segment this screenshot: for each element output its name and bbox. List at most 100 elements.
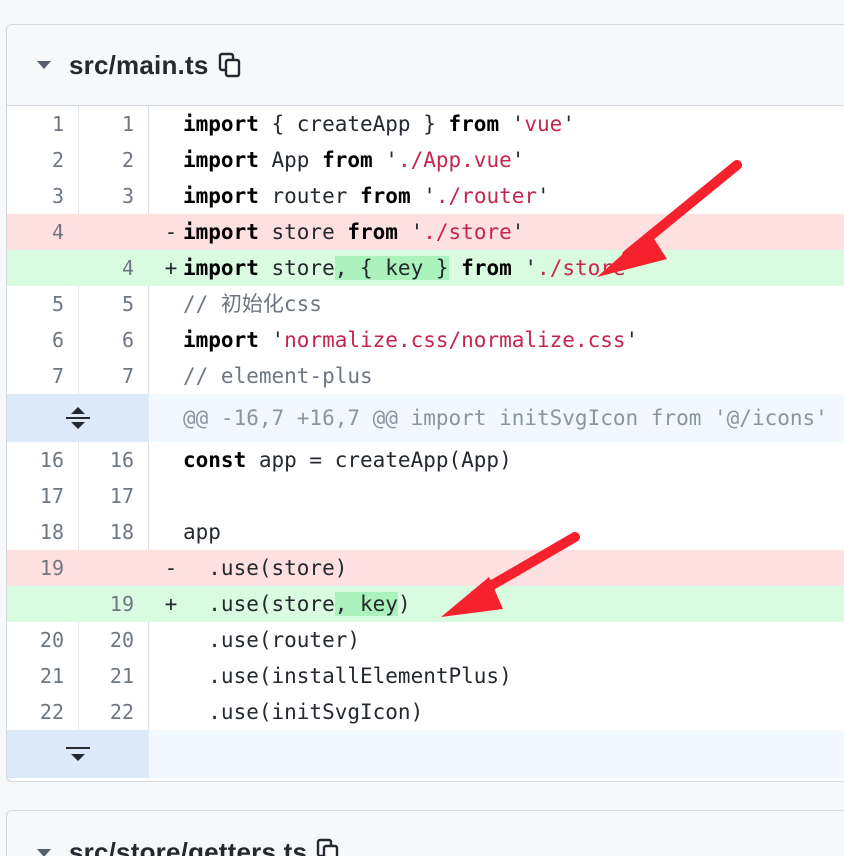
code-token: from — [360, 184, 411, 208]
code-token: ' — [511, 220, 525, 244]
expand-icon[interactable] — [7, 394, 149, 442]
diff-sign — [159, 514, 183, 550]
old-line-number[interactable]: 21 — [7, 658, 79, 694]
new-line-number[interactable]: 3 — [79, 178, 149, 214]
diff-sign: - — [164, 220, 178, 244]
code-token: ./App.vue — [397, 148, 512, 172]
code-token: ' — [511, 148, 525, 172]
file-header: src/main.ts — [7, 25, 844, 106]
diff-line-context: 55 // 初始化css — [7, 286, 844, 322]
code-token: normalize.css/normalize.css — [284, 328, 626, 352]
code-line: + .use(store, key) — [149, 586, 844, 622]
diff-line-context: 20 20 .use(router) — [7, 622, 844, 658]
file-header: src/store/getters.ts — [7, 811, 844, 856]
new-line-number[interactable]: 4 — [79, 250, 149, 286]
old-line-number[interactable]: 16 — [7, 442, 79, 478]
new-line-number[interactable]: 7 — [79, 358, 149, 394]
code-token: const — [183, 448, 247, 472]
diff-sign: + — [164, 592, 178, 616]
code-line: import App from './App.vue' — [149, 142, 844, 178]
diff-page: src/main.ts 11 import { createApp } from… — [0, 0, 844, 856]
code-line: - import store from './store' — [149, 214, 844, 250]
code-token: from — [322, 148, 373, 172]
diff-sign — [159, 322, 183, 358]
diff-line-added: 4 + import store, { key } from './store' — [7, 250, 844, 286]
code-line: .use(router) — [149, 622, 844, 658]
new-line-number[interactable]: 2 — [79, 142, 149, 178]
diff-sign — [159, 106, 183, 142]
code-token: ' — [410, 184, 436, 208]
hunk-header-row: @@ -16,7 +16,7 @@ import initSvgIcon fro… — [7, 394, 844, 442]
code-line: const app = createApp(App) — [149, 442, 844, 478]
new-line-number[interactable]: 1 — [79, 106, 149, 142]
code-token: from — [461, 256, 512, 280]
old-line-number[interactable]: 18 — [7, 514, 79, 550]
new-line-number[interactable] — [79, 550, 149, 586]
old-line-number[interactable]: 2 — [7, 142, 79, 178]
code-line — [149, 478, 844, 514]
diff-line-context: 33 import router from './router' — [7, 178, 844, 214]
copy-icon[interactable] — [315, 837, 341, 856]
code-line: .use(initSvgIcon) — [149, 694, 844, 730]
old-line-number[interactable]: 20 — [7, 622, 79, 658]
old-line-number[interactable]: 19 — [7, 550, 79, 586]
old-line-number[interactable]: 5 — [7, 286, 79, 322]
code-token: ' — [562, 112, 575, 136]
old-line-number[interactable] — [7, 250, 79, 286]
diff-sign — [159, 622, 183, 658]
diff-line-context: 21 21 .use(installElementPlus) — [7, 658, 844, 694]
code-token: import — [183, 112, 259, 136]
old-line-number[interactable]: 7 — [7, 358, 79, 394]
new-line-number[interactable]: 20 — [79, 622, 149, 658]
caret-down-icon[interactable] — [37, 61, 51, 69]
code-line: app — [149, 514, 844, 550]
code-token: import — [183, 184, 259, 208]
new-line-number[interactable]: 17 — [79, 478, 149, 514]
diff-sign — [159, 658, 183, 694]
new-line-number[interactable]: 18 — [79, 514, 149, 550]
caret-down-icon[interactable] — [37, 849, 51, 856]
new-line-number[interactable]: 21 — [79, 658, 149, 694]
code-token: ' — [397, 220, 424, 244]
new-line-number[interactable]: 5 — [79, 286, 149, 322]
diff-line-removed: 19 - .use(store) — [7, 550, 844, 586]
hunk-header: @@ -16,7 +16,7 @@ import initSvgIcon fro… — [149, 394, 844, 442]
code-token: from — [448, 112, 500, 136]
new-line-number[interactable]: 22 — [79, 694, 149, 730]
new-line-number[interactable]: 19 — [79, 586, 149, 622]
code-token: ' — [625, 256, 639, 280]
code-token: import — [183, 220, 259, 244]
new-line-number[interactable] — [79, 214, 149, 250]
old-line-number[interactable]: 22 — [7, 694, 79, 730]
old-line-number[interactable]: 3 — [7, 178, 79, 214]
old-line-number[interactable]: 17 — [7, 478, 79, 514]
code-token: .use(store — [183, 592, 335, 616]
code-token: .use(store) — [183, 556, 348, 580]
diff-block-top: 11 import { createApp } from 'vue' 2 2 imp… — [7, 106, 844, 394]
diff-sign — [159, 358, 183, 394]
old-line-number[interactable]: 1 — [7, 106, 79, 142]
file-path[interactable]: src/main.ts — [69, 50, 209, 81]
code-line: // element-plus — [149, 358, 844, 394]
diff-line-context: 22 import App from './App.vue' — [7, 142, 844, 178]
file-diff-main-ts: src/main.ts 11 import { createApp } from… — [6, 24, 844, 782]
old-line-number[interactable]: 6 — [7, 322, 79, 358]
diff-line-context: 18 18 app — [7, 514, 844, 550]
new-line-number[interactable]: 16 — [79, 442, 149, 478]
expand-down-icon[interactable] — [7, 730, 149, 778]
code-token: router — [258, 184, 361, 208]
file-diff-getters-ts: src/store/getters.ts — [6, 810, 844, 856]
code-token: ./router — [435, 184, 538, 208]
code-token: // 初始化css — [183, 292, 322, 316]
new-line-number[interactable]: 6 — [79, 322, 149, 358]
diff-line-removed: 4 - import store from './store' — [7, 214, 844, 250]
old-line-number[interactable]: 4 — [7, 214, 79, 250]
old-line-number[interactable] — [7, 586, 79, 622]
diff-table: 11 import { createApp } from 'vue' 2 2 imp… — [7, 106, 844, 778]
diff-line-context: 77 // element-plus — [7, 358, 844, 394]
code-token: import — [183, 148, 259, 172]
diff-sign: - — [164, 556, 178, 580]
diff-sign: + — [164, 256, 178, 280]
copy-icon[interactable] — [217, 51, 243, 79]
file-path[interactable]: src/store/getters.ts — [69, 837, 307, 856]
